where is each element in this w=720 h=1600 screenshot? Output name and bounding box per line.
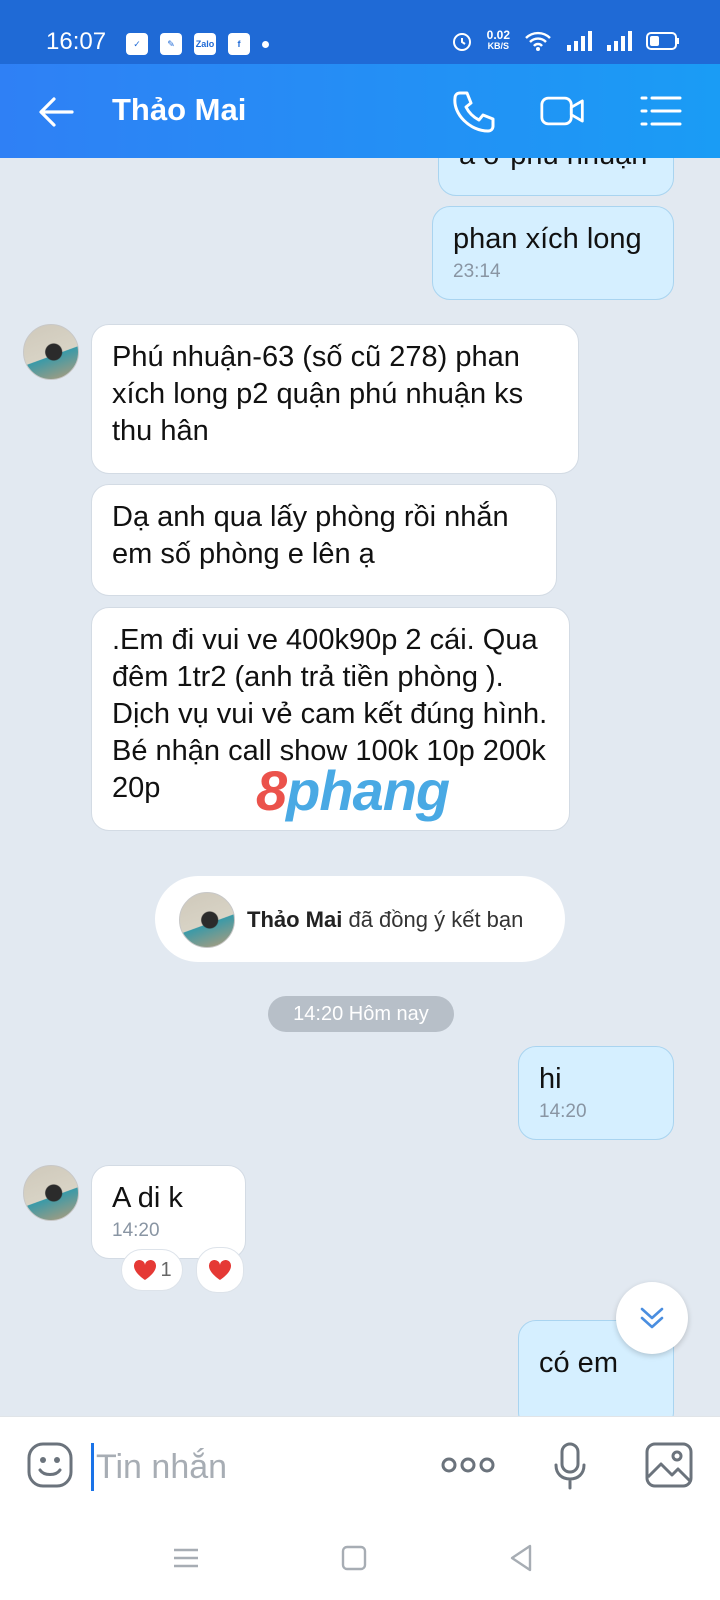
message-bubble-outgoing[interactable]: phan xích long 23:14 (432, 206, 674, 300)
phone-call-icon[interactable] (450, 88, 496, 134)
message-time: 23:14 (453, 261, 501, 282)
zalo-icon: Zalo (194, 33, 216, 55)
date-divider: 14:20 Hôm nay (268, 996, 454, 1032)
image-gallery-icon[interactable] (644, 1441, 694, 1489)
status-bar: 16:07 ✓ ✎ Zalo f 0.02 KB/S (0, 0, 720, 64)
app-notification-icon: ✎ (160, 33, 182, 55)
video-call-icon[interactable] (540, 88, 586, 134)
friend-accepted-text: Thảo Mai đã đồng ý kết bạn (247, 907, 524, 932)
message-input[interactable] (96, 1443, 396, 1491)
double-chevron-down-icon (640, 1307, 664, 1329)
contact-avatar[interactable] (23, 1165, 79, 1221)
emoji-sticker-icon[interactable] (26, 1441, 74, 1489)
microphone-icon[interactable] (552, 1441, 588, 1491)
chat-header: Thảo Mai (0, 64, 720, 158)
alarm-icon (452, 33, 471, 51)
back-triangle-icon[interactable] (506, 1542, 538, 1574)
signal-icon (567, 31, 592, 51)
system-icons: 0.02 KB/S (451, 28, 680, 52)
message-text: hi (539, 1063, 562, 1095)
net-speed: 0.02 KB/S (486, 28, 510, 51)
message-bubble-incoming[interactable]: Phú nhuận-63 (số cũ 278) phan xích long … (91, 324, 579, 474)
facebook-icon: f (228, 33, 250, 55)
react-button[interactable] (196, 1247, 244, 1293)
notification-icons: ✓ ✎ Zalo f (126, 33, 269, 55)
home-icon[interactable] (338, 1542, 370, 1574)
message-list[interactable]: a ở phú nhuận phan xích long 23:14 Phú n… (0, 158, 720, 1416)
message-text: a ở phú nhuận (459, 158, 653, 174)
message-text: A di k (112, 1182, 183, 1214)
message-text: Phú nhuận-63 (số cũ 278) phan xích long … (112, 341, 524, 447)
contact-avatar[interactable] (23, 324, 79, 380)
text-cursor (91, 1443, 94, 1491)
message-text: phan xích long (453, 223, 642, 255)
status-time: 16:07 (46, 28, 107, 55)
message-bubble-incoming[interactable]: A di k 14:20 (91, 1165, 246, 1259)
message-bubble-outgoing[interactable]: hi 14:20 (518, 1046, 674, 1140)
message-bubble-incoming[interactable]: Dạ anh qua lấy phòng rồi nhắn em số phòn… (91, 484, 557, 596)
recent-apps-icon[interactable] (170, 1542, 202, 1574)
message-time: 14:20 (539, 1101, 587, 1122)
watermark-logo: 8phang (256, 759, 450, 822)
friend-accepted-notice: Thảo Mai đã đồng ý kết bạn (155, 876, 565, 962)
message-time: 14:20 (112, 1220, 160, 1241)
message-bubble-outgoing[interactable]: a ở phú nhuận (438, 158, 674, 196)
scroll-to-bottom-button[interactable] (616, 1282, 688, 1354)
contact-name[interactable]: Thảo Mai (112, 92, 246, 128)
message-text: Dạ anh qua lấy phòng rồi nhắn em số phòn… (112, 501, 509, 570)
check-app-icon: ✓ (126, 33, 148, 55)
more-options-icon[interactable] (440, 1447, 496, 1483)
reaction-count[interactable]: 1 (121, 1249, 183, 1291)
more-notifications-dot (262, 40, 269, 48)
contact-avatar (179, 892, 235, 948)
message-composer (0, 1416, 720, 1516)
menu-list-icon[interactable] (638, 88, 684, 134)
back-arrow-icon[interactable] (36, 92, 76, 132)
wifi-icon (525, 31, 551, 51)
battery-icon (646, 32, 679, 50)
heart-icon (208, 1259, 232, 1280)
signal-icon (607, 31, 632, 51)
heart-icon (134, 1259, 157, 1280)
system-navigation-bar (0, 1516, 720, 1600)
